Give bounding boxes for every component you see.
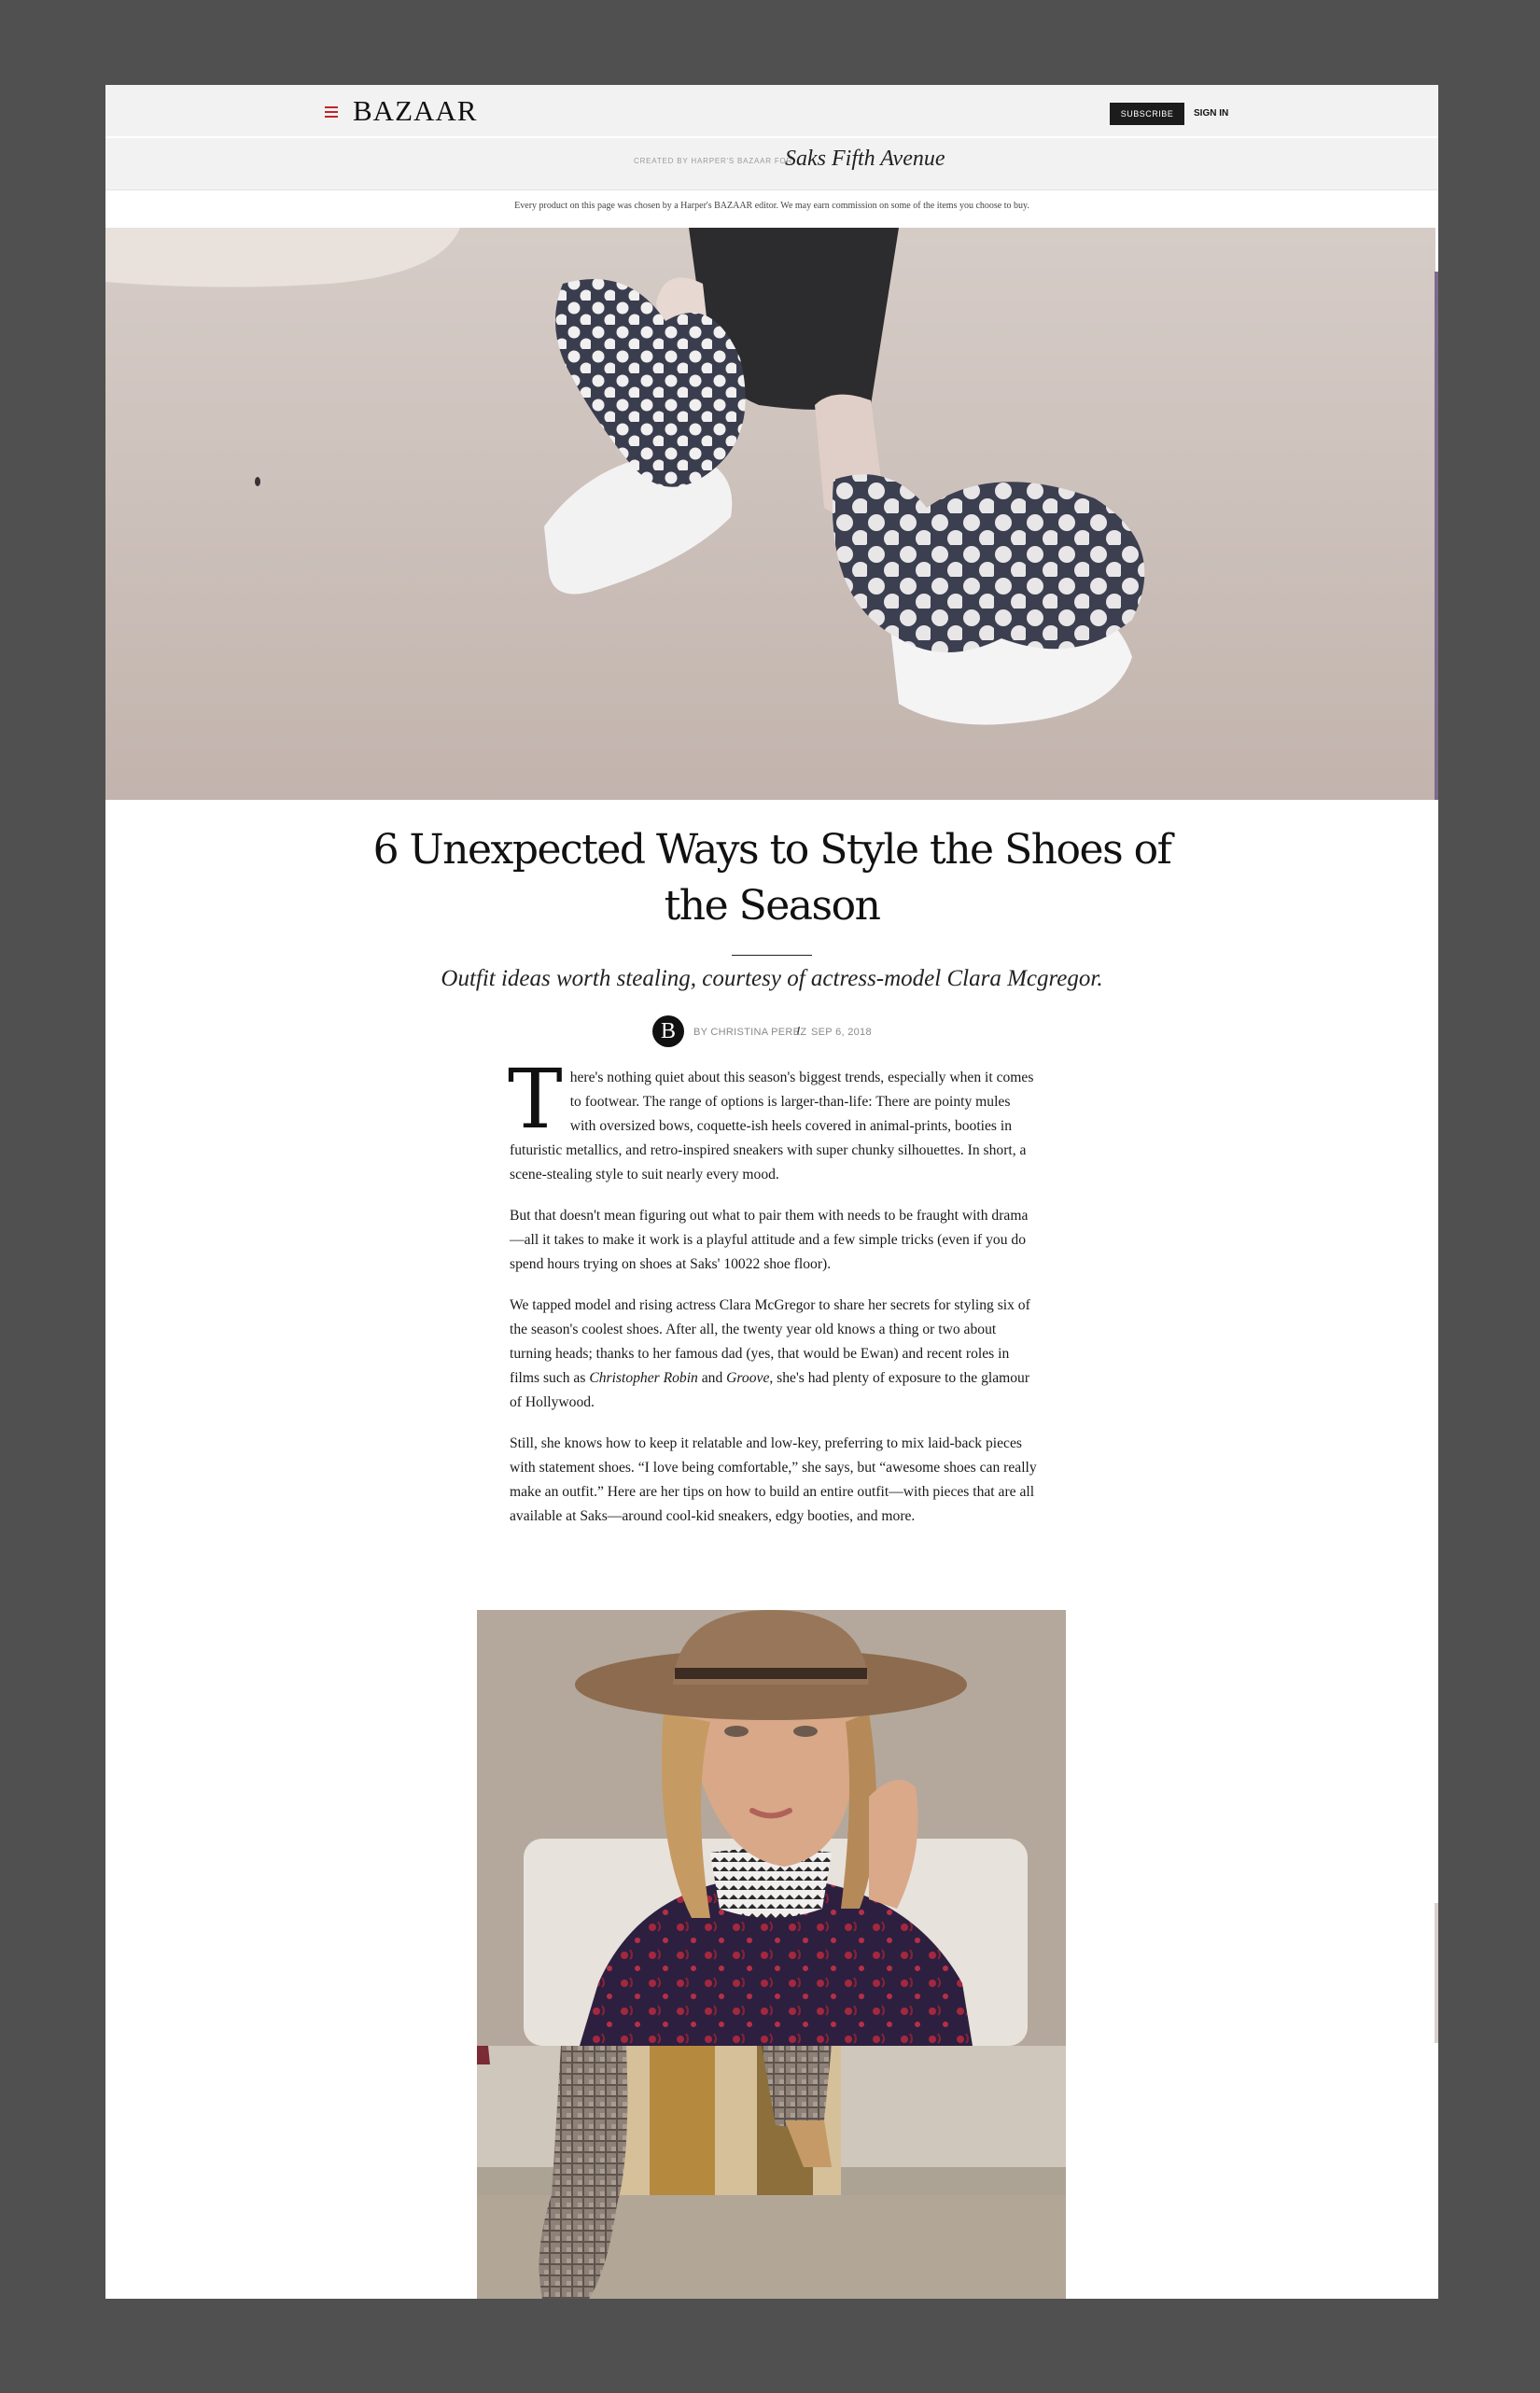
subscribe-button[interactable]: SUBSCRIBE [1110, 103, 1184, 125]
article-dek: Outfit ideas worth stealing, courtesy of… [441, 966, 1103, 991]
portrait-image [477, 1610, 1066, 2046]
paragraph-1: There's nothing quiet about this season'… [508, 1051, 1037, 1187]
publish-date: SEP 6, 2018 [811, 1027, 872, 1038]
paragraph-4: Still, she knows how to keep it relatabl… [510, 1435, 1037, 1524]
partner-logo[interactable]: Saks Fifth Avenue [785, 147, 945, 172]
partner-label: CREATED BY HARPER'S BAZAAR FOR [634, 157, 793, 165]
hamburger-menu-icon[interactable] [325, 106, 338, 118]
film-title-2: Groove [726, 1370, 770, 1386]
paragraph-3: We tapped model and rising actress Clara… [510, 1294, 1037, 1415]
author-name[interactable]: BY CHRISTINA PEREZ [693, 1027, 806, 1038]
title-divider [732, 955, 812, 956]
boots-image [477, 2046, 1066, 2299]
adjacent-slide-edge [1435, 272, 1438, 800]
drop-cap: T [508, 1051, 563, 1147]
paragraph-1-text: here's nothing quiet about this season's… [510, 1070, 1034, 1183]
site-header: BAZAAR SUBSCRIBE SIGN IN [105, 85, 1438, 136]
affiliate-disclaimer: Every product on this page was chosen by… [514, 201, 1029, 211]
article-title: 6 Unexpected Ways to Style the Shoes of … [372, 826, 1172, 930]
partner-bar: CREATED BY HARPER'S BAZAAR FOR Saks Fift… [105, 138, 1438, 190]
article-body: There's nothing quiet about this season'… [508, 1051, 1037, 1546]
hero-image [105, 228, 1435, 800]
author-avatar[interactable]: B [652, 1015, 684, 1047]
paragraph-3-and: and [697, 1370, 727, 1386]
byline-separator: / [797, 1026, 801, 1037]
adjacent-slide-edge-2 [1435, 1903, 1438, 2043]
sign-in-link[interactable]: SIGN IN [1194, 108, 1228, 119]
paragraph-2: But that doesn't mean figuring out what … [510, 1208, 1029, 1272]
byline: B BY CHRISTINA PEREZ / SEP 6, 2018 [652, 1015, 1026, 1049]
film-title-1: Christopher Robin [589, 1370, 698, 1386]
browser-page: BAZAAR SUBSCRIBE SIGN IN CREATED BY HARP… [105, 85, 1438, 2299]
site-logo[interactable]: BAZAAR [353, 96, 477, 125]
